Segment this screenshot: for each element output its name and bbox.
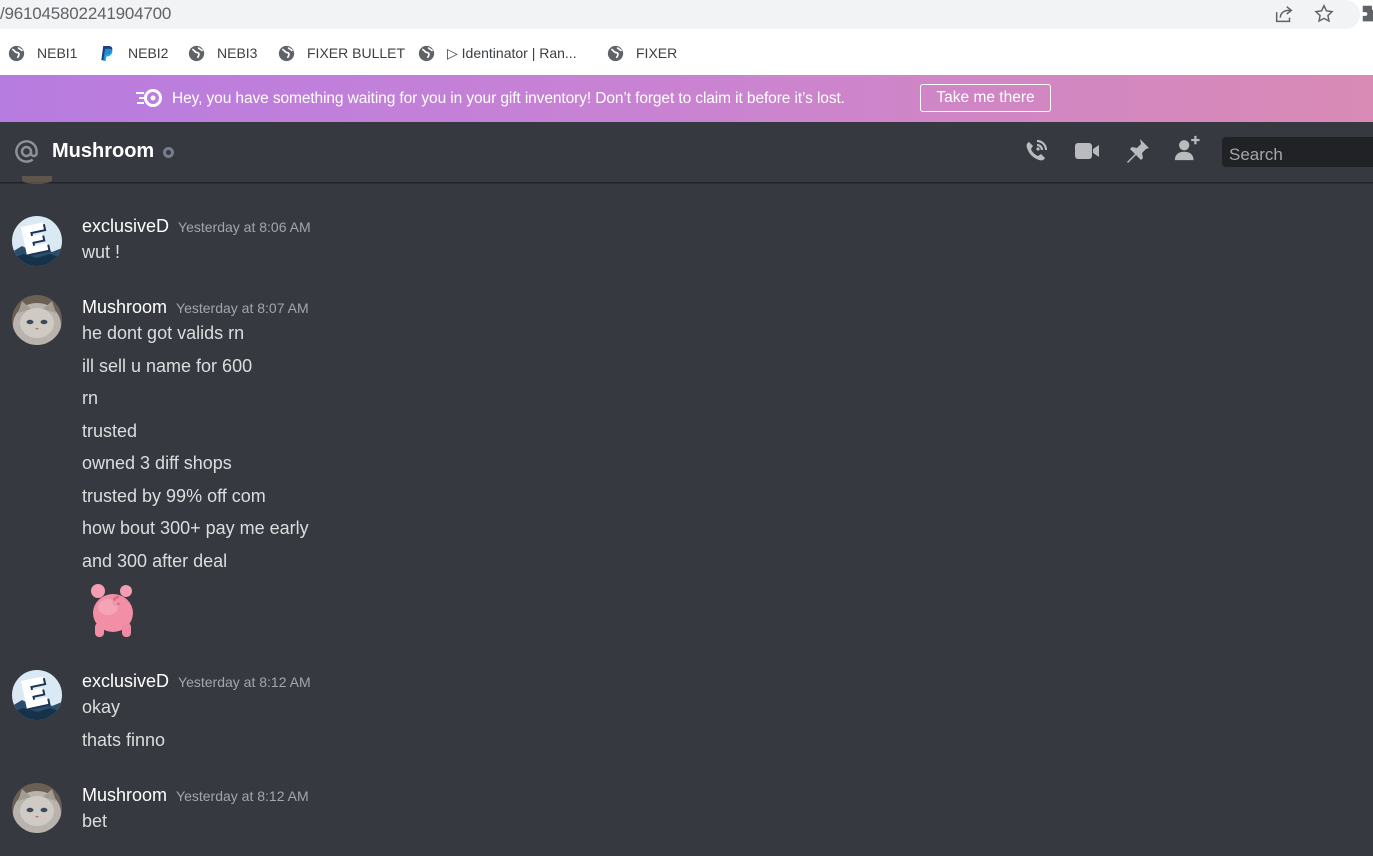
message-text: ill sell u name for 600: [82, 356, 253, 376]
message-header: exclusiveD Yesterday at 8:06 AM: [82, 216, 311, 237]
channel-header: Mushroom: [0, 122, 1373, 183]
message-text: bet: [82, 811, 108, 831]
message-timestamp: Yesterday at 8:12 AM: [178, 674, 311, 690]
offline-status-indicator: [163, 147, 174, 158]
message-timestamp: Yesterday at 8:07 AM: [176, 300, 309, 316]
exclusived-avatar-image: [12, 216, 62, 266]
message-text: trusted: [82, 421, 138, 441]
paypal-icon: [101, 45, 113, 61]
mushroom-avatar[interactable]: [12, 295, 62, 345]
globe-icon: [607, 45, 624, 61]
share-icon[interactable]: [1273, 3, 1295, 25]
author-name[interactable]: Mushroom: [82, 297, 167, 317]
bookmark-fixer-bullet[interactable]: FIXER BULLET: [278, 43, 405, 63]
pig-sticker[interactable]: [86, 581, 140, 639]
extensions-icon[interactable]: [1360, 3, 1373, 25]
bookmark-label: NEBI1: [37, 45, 78, 61]
url-text[interactable]: /961045802241904700: [0, 4, 171, 24]
bookmark-label: FIXER: [636, 45, 678, 61]
message-text: wut !: [82, 242, 121, 262]
bookmark-fixer[interactable]: FIXER: [607, 43, 677, 63]
message-text: and 300 after deal: [82, 551, 228, 571]
globe-icon: [278, 45, 295, 61]
author-name[interactable]: Mushroom: [82, 785, 167, 805]
search-input[interactable]: [1222, 137, 1373, 167]
mushroom-avatar[interactable]: [12, 783, 62, 833]
message-timestamp: Yesterday at 8:12 AM: [176, 788, 309, 804]
bookmark-nebi2[interactable]: NEBI2: [100, 43, 168, 63]
message-header: Mushroom Yesterday at 8:12 AM: [82, 785, 309, 806]
message-text: he dont got valids rn: [82, 323, 245, 343]
message-text: how bout 300+ pay me early: [82, 518, 309, 538]
message-text: okay: [82, 697, 121, 717]
address-bar[interactable]: /961045802241904700: [0, 0, 1360, 29]
exclusived-avatar[interactable]: [12, 216, 62, 266]
message-list: exclusiveD Yesterday at 8:06 AM wut ! Mus…: [0, 184, 1373, 856]
message-header: exclusiveD Yesterday at 8:12 AM: [82, 671, 311, 692]
bookmark-label: NEBI2: [128, 45, 169, 61]
video-icon[interactable]: [1073, 137, 1101, 165]
bookmark-nebi3[interactable]: NEBI3: [188, 43, 257, 63]
at-icon: [15, 140, 38, 163]
message-text: thats finno: [82, 730, 166, 750]
pin-icon[interactable]: [1123, 137, 1151, 165]
star-icon[interactable]: [1313, 3, 1335, 25]
bookmark-identinator[interactable]: ▷ Identinator | Ran...: [418, 43, 577, 63]
bookmarks-bar: NEBI1 NEBI2 NEBI3 FIXER BULLET ▷ Identin…: [0, 30, 1373, 75]
previous-message-avatar: [22, 176, 52, 184]
mushroom-avatar-image: [12, 783, 62, 833]
mushroom-avatar-image: [12, 295, 62, 345]
channel-title: Mushroom: [52, 140, 155, 162]
globe-icon: [8, 45, 25, 61]
message-timestamp: Yesterday at 8:06 AM: [178, 219, 311, 235]
author-name[interactable]: exclusiveD: [82, 216, 169, 236]
author-name[interactable]: exclusiveD: [82, 671, 169, 691]
message-text: rn: [82, 388, 99, 408]
bookmark-label: FIXER BULLET: [307, 45, 406, 61]
message-text: trusted by 99% off com: [82, 486, 266, 506]
browser-toolbar: /961045802241904700: [0, 0, 1373, 30]
globe-icon: [188, 45, 205, 61]
add-user-icon[interactable]: [1173, 134, 1201, 162]
gift-inventory-banner: Hey, you have something waiting for you …: [0, 75, 1373, 122]
bookmark-nebi1[interactable]: NEBI1: [8, 43, 77, 63]
message-text: owned 3 diff shops: [82, 453, 232, 473]
exclusived-avatar-image: [12, 670, 62, 720]
exclusived-avatar[interactable]: [12, 670, 62, 720]
bookmark-label: NEBI3: [217, 45, 258, 61]
message-header: Mushroom Yesterday at 8:07 AM: [82, 297, 309, 318]
banner-text: Hey, you have something waiting for you …: [172, 90, 845, 107]
nitro-icon: [136, 89, 162, 107]
globe-icon: [418, 45, 435, 61]
call-icon[interactable]: [1022, 137, 1050, 165]
bookmark-label: ▷ Identinator | Ran...: [447, 44, 577, 61]
take-me-there-button[interactable]: Take me there: [920, 84, 1051, 112]
